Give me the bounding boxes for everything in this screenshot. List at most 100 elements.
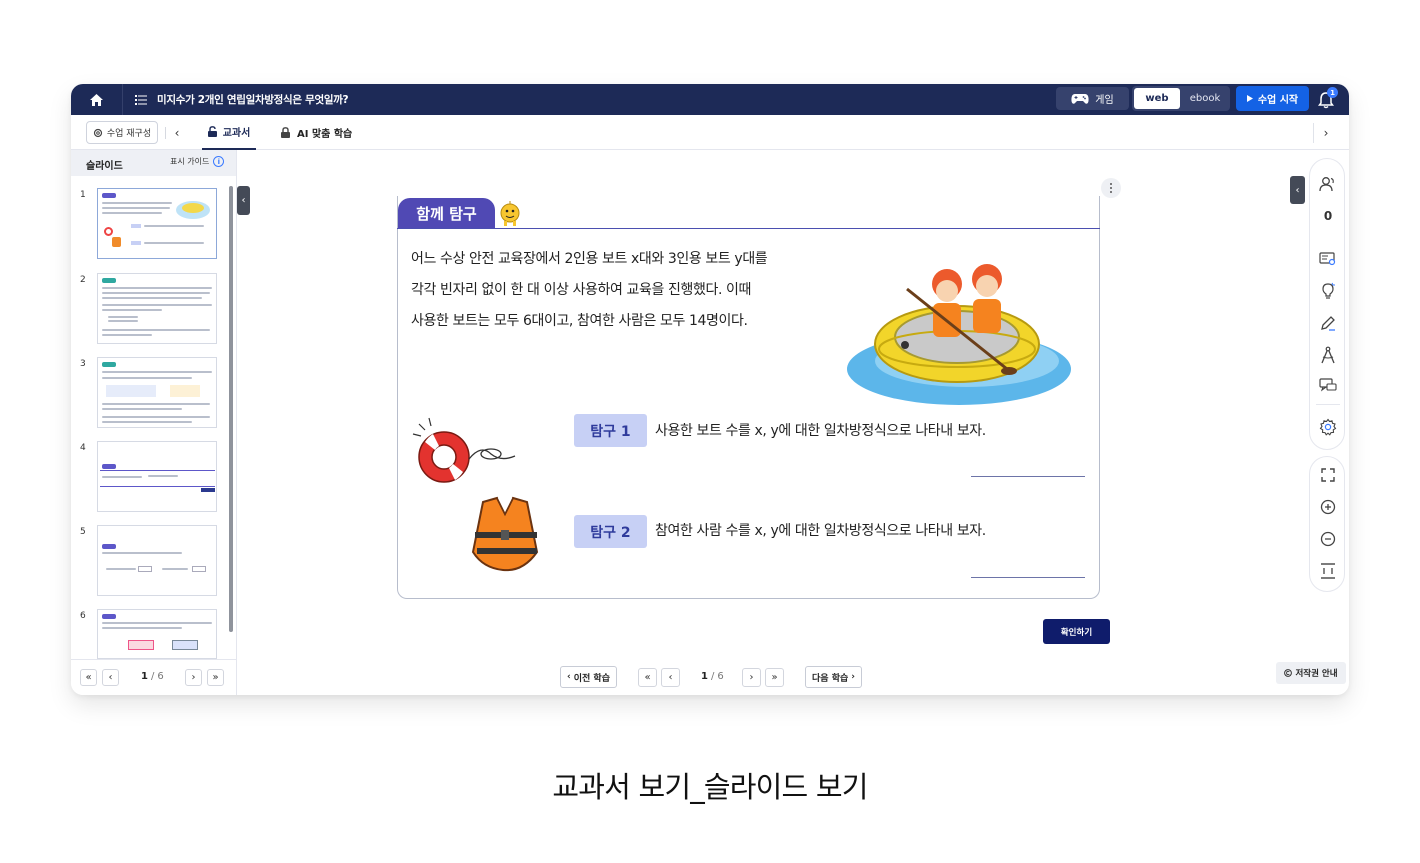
participants-button[interactable]: [1316, 172, 1340, 196]
people-icon: [1319, 177, 1334, 192]
slide-thumbnail-5[interactable]: [97, 525, 217, 596]
slide-number: 3: [80, 359, 86, 369]
notification-badge: 1: [1327, 87, 1338, 98]
fullscreen-button[interactable]: [1316, 463, 1340, 487]
slide-number: 2: [80, 275, 86, 285]
screen-share-button[interactable]: [1316, 247, 1340, 271]
thumb-line: [102, 371, 212, 373]
slide-number: 6: [80, 611, 86, 621]
play-icon: [1246, 95, 1253, 102]
tab-ai-learning[interactable]: AI 맞춤 학습: [281, 115, 352, 150]
settings-button[interactable]: [1316, 415, 1340, 439]
display-guide-label: 표시 가이드: [170, 157, 210, 166]
current-page: 1: [141, 671, 148, 682]
slide-thumbnail-2[interactable]: [97, 273, 217, 344]
thumb-table: [170, 385, 200, 397]
last-page-button[interactable]: »: [207, 669, 224, 686]
double-chevron-left-icon: «: [644, 672, 651, 683]
slide-thumbnail-4[interactable]: [97, 441, 217, 512]
reconfigure-label: 수업 재구성: [106, 129, 152, 139]
prev-lesson-button[interactable]: ‹ 이전 학습: [560, 666, 617, 688]
lock-icon: [281, 127, 290, 138]
slide-thumbnail-6[interactable]: [97, 609, 217, 659]
more-options-button[interactable]: [1101, 178, 1121, 198]
question-1-answer-field[interactable]: [971, 476, 1085, 477]
game-button[interactable]: 게임: [1056, 87, 1129, 110]
lesson-title: 미지수가 2개인 연립일차방정식은 무엇일까?: [157, 94, 349, 106]
prev-slide-button[interactable]: ‹: [661, 668, 680, 687]
first-slide-button[interactable]: «: [638, 668, 657, 687]
sidebar-page-count: 1 / 6: [141, 671, 164, 682]
chevron-left-icon: ‹: [174, 126, 180, 140]
last-slide-button[interactable]: »: [765, 668, 784, 687]
fit-height-button[interactable]: [1316, 559, 1340, 583]
confirm-button[interactable]: 확인하기: [1043, 619, 1110, 644]
info-icon: i: [213, 156, 225, 167]
chevron-left-icon: ‹: [567, 672, 571, 682]
tab-ai-label: AI 맞춤 학습: [297, 129, 353, 140]
thumb-tag: [102, 544, 116, 549]
zoom-in-button[interactable]: [1316, 495, 1340, 519]
thumb-line: [148, 475, 178, 477]
fullscreen-icon: [1321, 468, 1335, 482]
thumb-line: [108, 316, 138, 318]
question-2-answer-field[interactable]: [971, 577, 1085, 578]
page-separator: /: [150, 671, 155, 682]
thumb-line: [144, 242, 204, 244]
ebook-mode-button[interactable]: ebook: [1182, 88, 1228, 109]
gear-icon: [1319, 418, 1337, 436]
total-slides: 6: [717, 671, 724, 682]
paragraph-line-2: 각각 빈자리 없이 한 대 이상 사용하여 교육을 진행했다. 이때: [411, 282, 752, 298]
copyright-label: 저작권 안내: [1295, 669, 1338, 679]
slide-page-count: 1 / 6: [701, 671, 724, 682]
tabs-next-button[interactable]: ›: [1317, 124, 1335, 142]
thumb-line: [102, 304, 212, 306]
sidebar-scrollbar[interactable]: [229, 186, 233, 632]
pen-icon: [1321, 316, 1335, 331]
lesson-title-area[interactable]: 미지수가 2개인 연립일차방정식은 무엇일까?: [135, 84, 349, 115]
pen-tool-button[interactable]: [1316, 311, 1340, 335]
zoom-out-button[interactable]: [1316, 527, 1340, 551]
copyright-button[interactable]: 저작권 안내: [1276, 662, 1346, 684]
next-slide-button[interactable]: ›: [742, 668, 761, 687]
thumb-line: [102, 202, 172, 204]
tool-group-view: [1309, 456, 1345, 592]
thumb-line: [102, 297, 202, 299]
hint-button[interactable]: [1316, 279, 1340, 303]
first-page-button[interactable]: «: [80, 669, 97, 686]
web-mode-button[interactable]: web: [1134, 88, 1180, 109]
thumb-rule: [100, 470, 215, 471]
reconfigure-class-button[interactable]: 수업 재구성: [86, 121, 158, 144]
thumb-line: [102, 421, 192, 423]
chat-button[interactable]: [1316, 373, 1340, 397]
next-page-button[interactable]: ›: [185, 669, 202, 686]
collapse-tools-button[interactable]: ‹: [1290, 176, 1305, 204]
dot: [1110, 187, 1112, 189]
notification-button[interactable]: 1: [1317, 87, 1339, 110]
collapse-sidebar-button[interactable]: ‹: [237, 186, 250, 215]
tool-group-main: 0: [1309, 158, 1345, 450]
paragraph-line-3: 사용한 보트는 모두 6대이고, 참여한 사람은 모두 14명이다.: [411, 313, 748, 329]
tab-textbook-label: 교과서: [222, 128, 251, 139]
next-lesson-button[interactable]: 다음 학습 ›: [805, 666, 862, 688]
copyright-icon: [1284, 669, 1293, 677]
tool-divider: [1316, 404, 1340, 405]
chevron-left-icon: ‹: [108, 672, 113, 683]
prev-page-button[interactable]: ‹: [102, 669, 119, 686]
slide-thumbnail-3[interactable]: [97, 357, 217, 428]
thumb-box: [138, 566, 152, 572]
slide-sidebar: 슬라이드 표시 가이드 i 1 2 3 4 5 6 « ‹ 1 / 6 › »: [71, 150, 237, 695]
home-icon: [90, 93, 103, 106]
home-button[interactable]: [71, 84, 123, 115]
chevron-right-icon: ›: [851, 672, 855, 682]
tabs-prev-button[interactable]: ‹: [169, 124, 185, 142]
thumb-line: [102, 207, 170, 209]
app-window: 미지수가 2개인 연립일차방정식은 무엇일까? 게임 web ebook 수업 …: [71, 84, 1349, 695]
tab-textbook[interactable]: 교과서: [202, 115, 256, 150]
current-slide: 1: [701, 671, 708, 682]
compass-tool-button[interactable]: [1316, 343, 1340, 367]
slide-thumbnail-1[interactable]: [97, 188, 217, 259]
life-vest-illustration: [471, 496, 539, 572]
start-class-button[interactable]: 수업 시작: [1236, 86, 1309, 111]
display-guide-button[interactable]: 표시 가이드 i: [170, 156, 225, 167]
